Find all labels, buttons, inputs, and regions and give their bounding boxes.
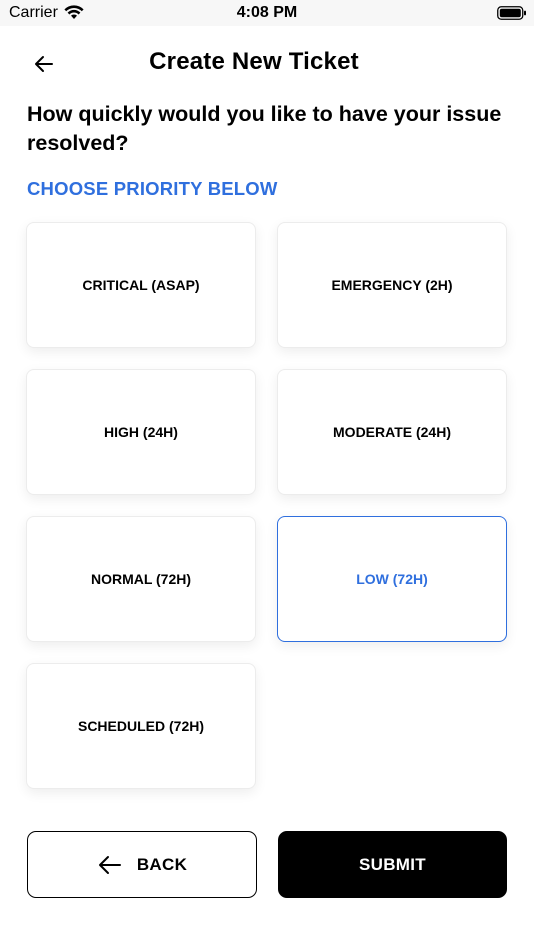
- priority-option-critical[interactable]: CRITICAL (ASAP): [26, 222, 256, 348]
- status-bar: Carrier 4:08 PM: [0, 0, 534, 26]
- back-button-label: BACK: [136, 854, 188, 874]
- priority-option-emergency[interactable]: EMERGENCY (2H): [277, 222, 507, 348]
- submit-button-label: SUBMIT: [359, 854, 426, 874]
- section-label: CHOOSE PRIORITY BELOW: [27, 178, 278, 199]
- battery-icon: [497, 6, 527, 25]
- page-title: Create New Ticket: [149, 48, 359, 75]
- submit-button[interactable]: SUBMIT: [278, 831, 507, 898]
- priority-option-low[interactable]: LOW (72H): [277, 516, 507, 642]
- priority-option-normal[interactable]: NORMAL (72H): [26, 516, 256, 642]
- status-time: 4:08 PM: [236, 4, 298, 21]
- priority-option-moderate[interactable]: MODERATE (24H): [277, 369, 507, 495]
- back-button[interactable]: BACK: [27, 831, 257, 898]
- arrow-left-icon: [97, 855, 123, 875]
- priority-option-high[interactable]: HIGH (24H): [26, 369, 256, 495]
- priority-question: How quickly would you like to have your …: [27, 102, 502, 155]
- priority-option-scheduled[interactable]: SCHEDULED (72H): [26, 663, 256, 789]
- navigation-bar: Create New Ticket: [0, 26, 534, 98]
